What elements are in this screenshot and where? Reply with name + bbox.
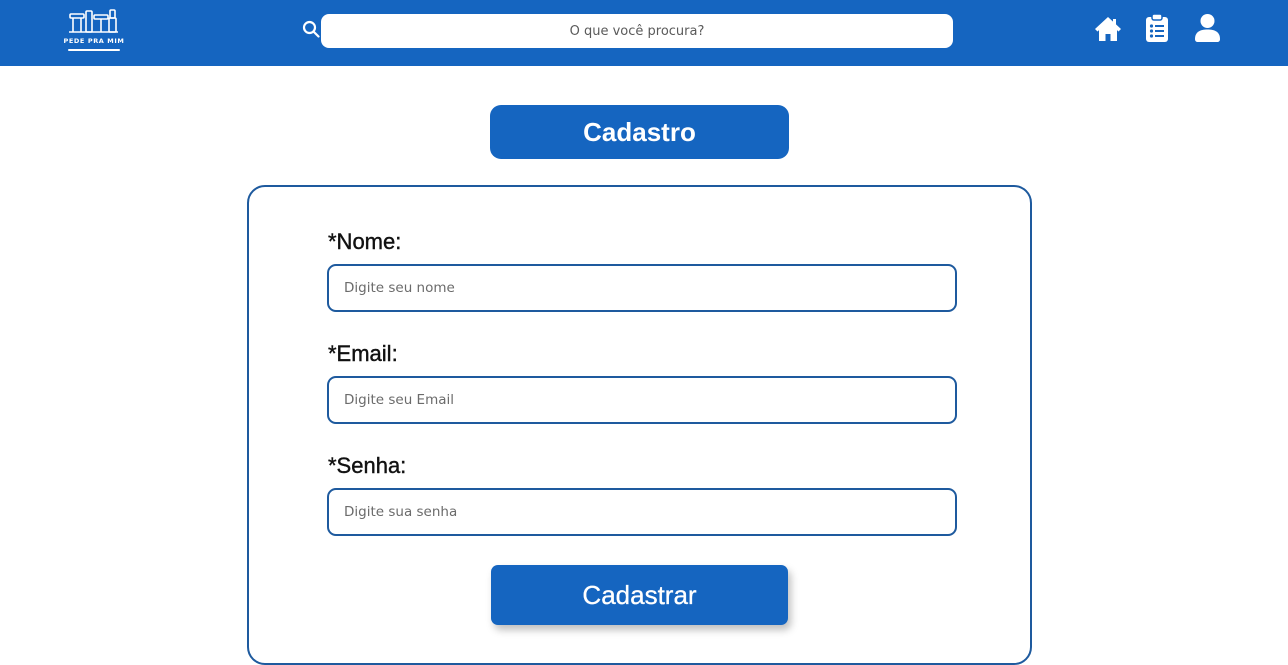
tools-icon [69,9,118,33]
logo-text: PEDE PRA MIM [63,37,125,45]
email-label: *Email: [328,341,398,366]
user-icon[interactable] [1195,14,1220,42]
name-label: *Nome: [328,229,402,254]
submit-button[interactable]: Cadastrar [491,565,788,625]
password-input[interactable] [327,488,957,536]
email-input[interactable] [327,376,957,424]
logo-underline [68,49,120,51]
logo[interactable]: PEDE PRA MIM [58,8,130,54]
home-icon[interactable] [1094,16,1122,42]
password-label: *Senha: [328,453,407,478]
top-navbar: PEDE PRA MIM [0,0,1288,66]
clipboard-list-icon[interactable] [1146,14,1168,42]
name-input[interactable] [327,264,957,312]
page-title: Cadastro [490,105,789,159]
search-input[interactable] [321,14,953,48]
search-icon[interactable] [302,20,320,38]
